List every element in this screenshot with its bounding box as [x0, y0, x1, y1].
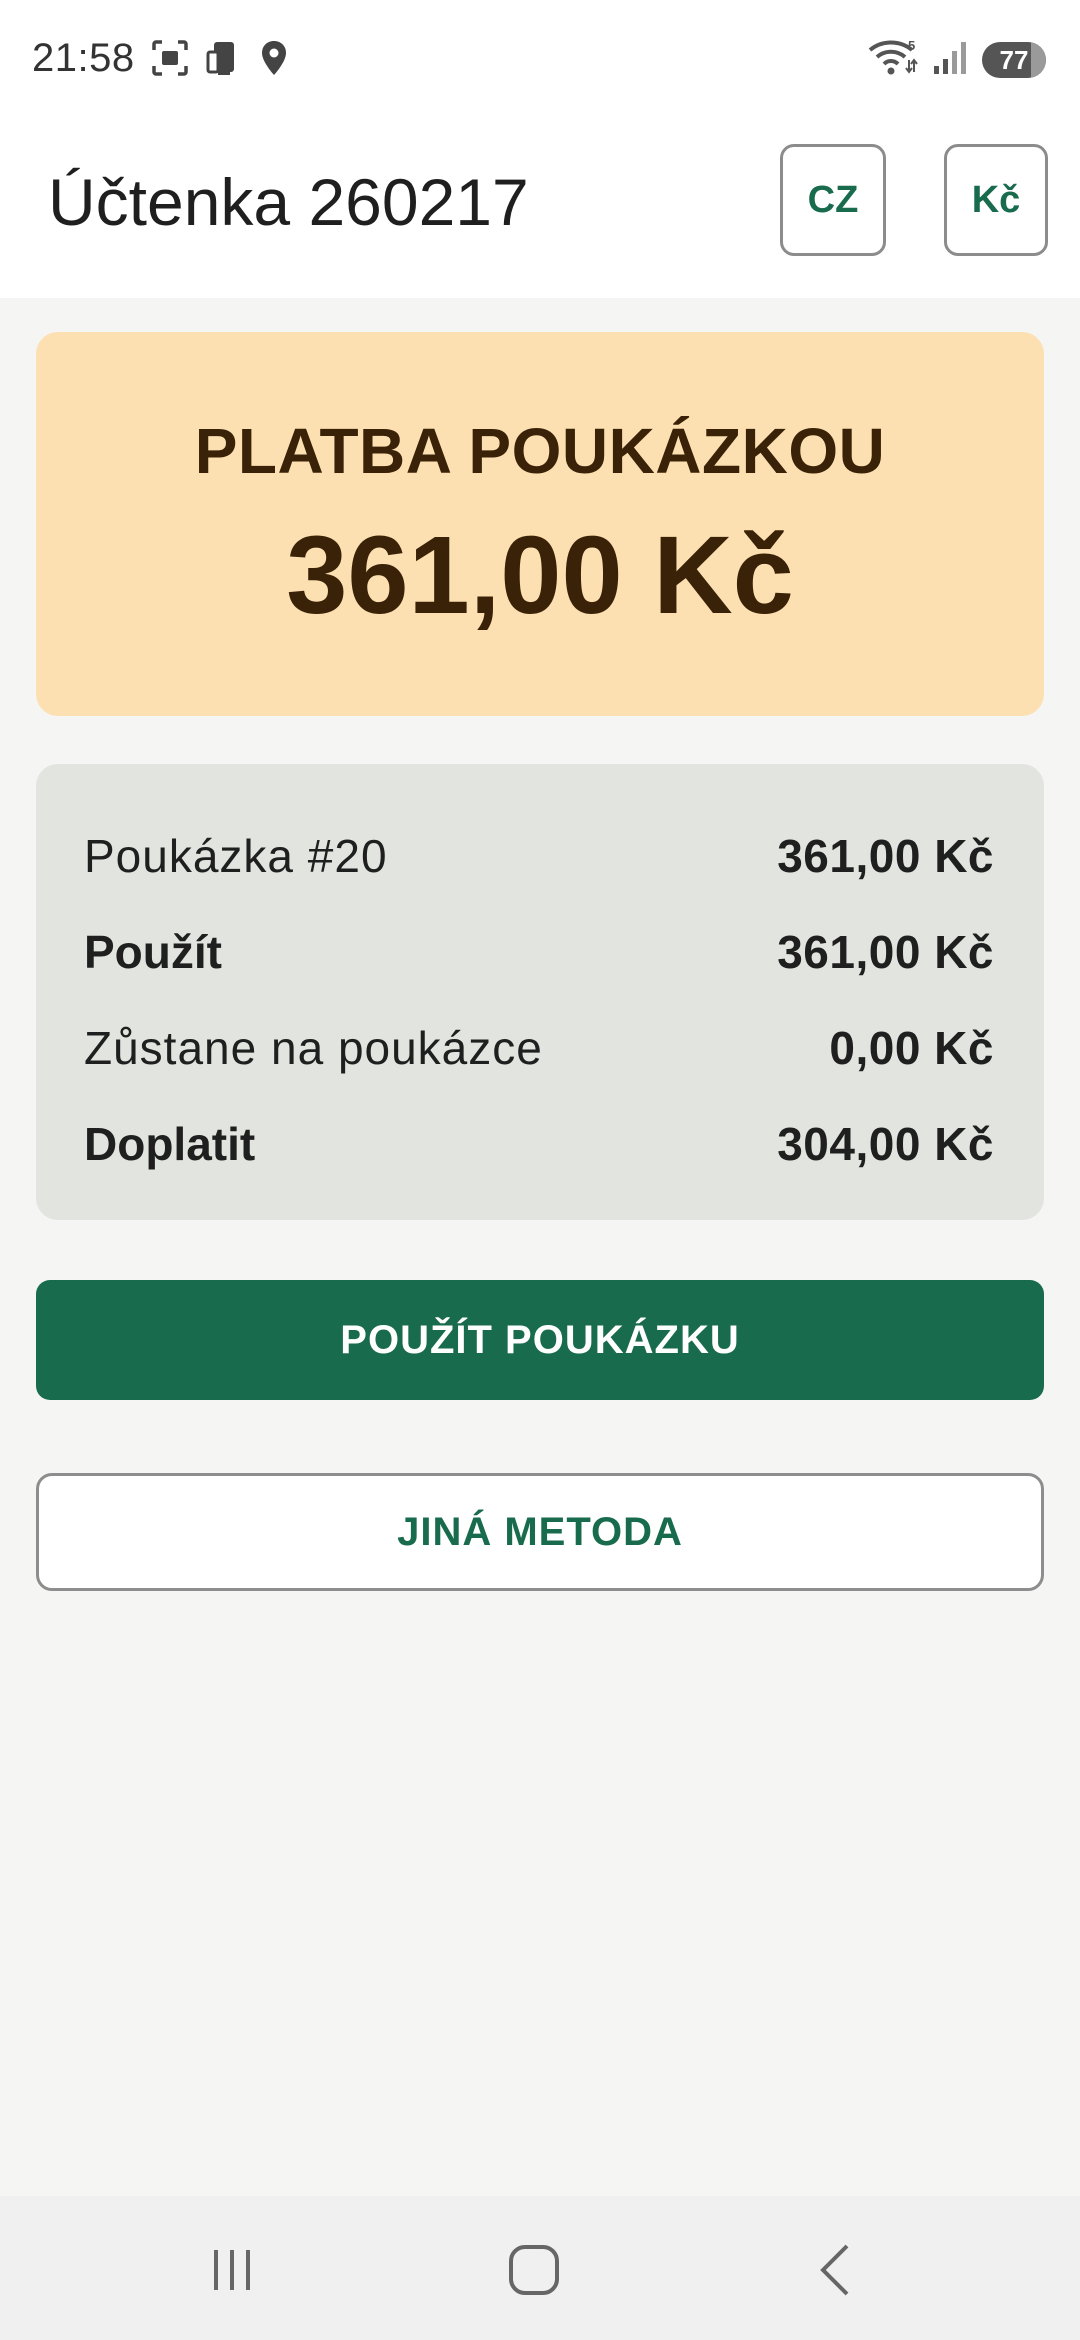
location-icon: [258, 38, 290, 83]
device-icon: [204, 38, 244, 83]
summary-row-use: Použít 361,00 Kč: [84, 904, 994, 1000]
banner-title: PLATBA POUKÁZKOU: [194, 415, 886, 487]
language-button[interactable]: CZ: [780, 144, 886, 256]
summary-label: Poukázka #20: [84, 830, 388, 882]
summary-value: 361,00 Kč: [777, 830, 994, 882]
home-icon: [509, 2245, 559, 2295]
battery-icon: 77: [982, 42, 1046, 78]
status-time: 21:58: [32, 36, 135, 80]
page-title: Účtenka 260217: [48, 165, 529, 239]
summary-label: Zůstane na poukázce: [84, 1022, 543, 1074]
back-icon: [820, 2244, 849, 2296]
screenshot-icon: [150, 38, 190, 83]
summary-row-voucher: Poukázka #20 361,00 Kč: [84, 808, 994, 904]
status-icons-left: [150, 38, 290, 83]
banner-amount: 361,00 Kč: [286, 514, 794, 637]
currency-button[interactable]: Kč: [944, 144, 1048, 256]
battery-empty-portion: [1031, 42, 1046, 78]
battery-level: 77: [999, 44, 1029, 75]
screen: 21:58 5 77 Účtenka 260217 CZ Kč PLATBA P…: [0, 0, 1080, 2340]
svg-text:5: 5: [908, 38, 915, 53]
summary-row-to-pay: Doplatit 304,00 Kč: [84, 1096, 994, 1192]
use-voucher-button[interactable]: POUŽÍT POUKÁZKU: [36, 1280, 1044, 1400]
summary-value: 0,00 Kč: [829, 1022, 994, 1074]
status-icons-right: 5 77: [868, 38, 1046, 82]
summary-value: 361,00 Kč: [777, 926, 994, 978]
summary-row-remaining: Zůstane na poukázce 0,00 Kč: [84, 1000, 994, 1096]
summary-label: Použít: [84, 926, 222, 978]
app-bar: Účtenka 260217 CZ Kč: [0, 120, 1080, 298]
status-bar: 21:58 5 77: [0, 0, 1080, 120]
summary-value: 304,00 Kč: [777, 1118, 994, 1170]
payment-banner: PLATBA POUKÁZKOU 361,00 Kč: [36, 332, 1044, 716]
other-method-button[interactable]: JINÁ METODA: [36, 1473, 1044, 1591]
home-button[interactable]: [494, 2238, 574, 2302]
wifi-icon: 5: [868, 38, 918, 83]
back-button[interactable]: [796, 2238, 876, 2302]
summary-label: Doplatit: [84, 1118, 256, 1170]
recents-button[interactable]: [192, 2238, 272, 2302]
system-nav-bar: [0, 2196, 1080, 2340]
voucher-summary: Poukázka #20 361,00 Kč Použít 361,00 Kč …: [36, 764, 1044, 1220]
signal-icon: [932, 38, 968, 83]
recents-icon: [214, 2250, 250, 2290]
